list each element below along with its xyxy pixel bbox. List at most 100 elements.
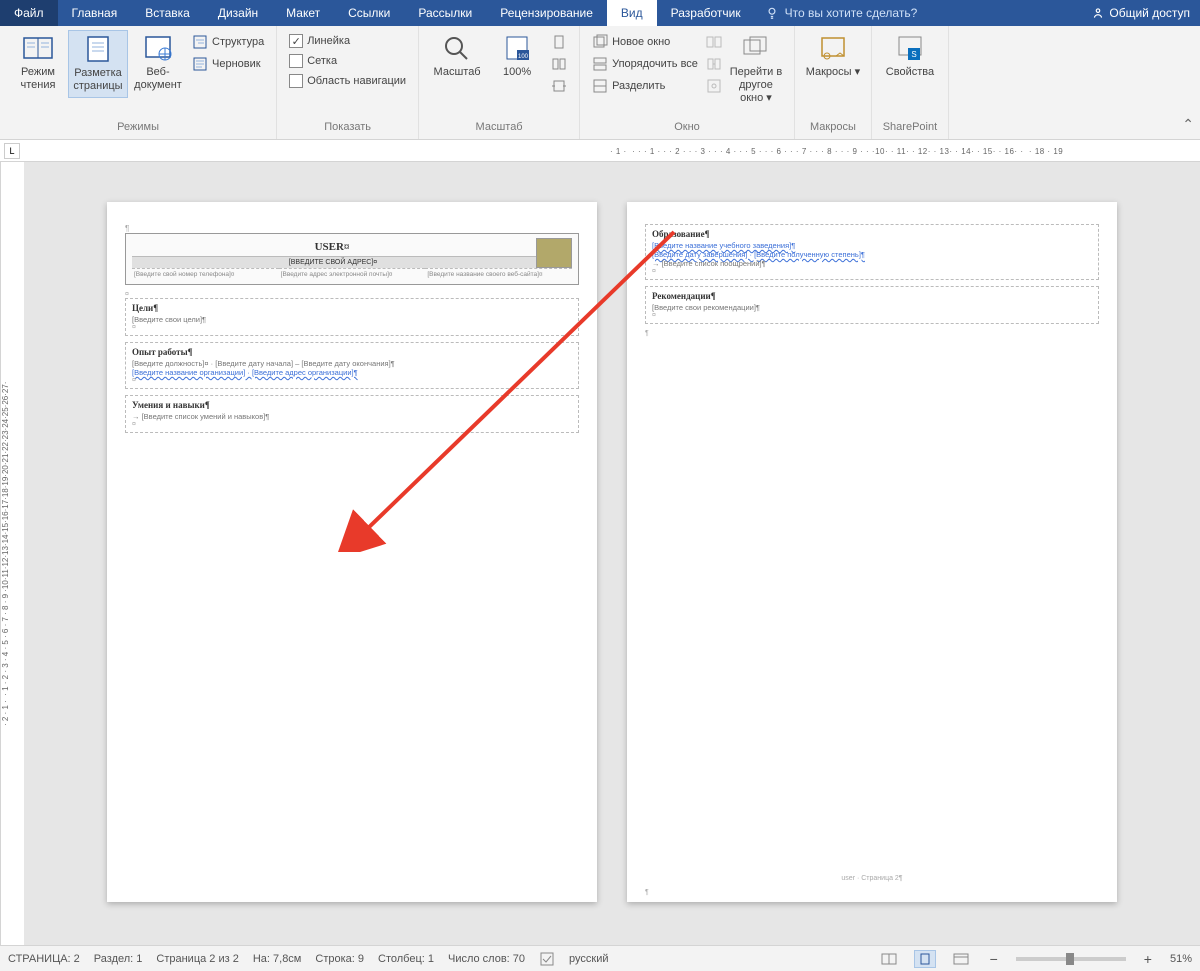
group-zoom-label: Масштаб — [427, 119, 571, 137]
status-page[interactable]: СТРАНИЦА: 2 — [8, 953, 80, 965]
new-window-label: Новое окно — [612, 36, 670, 48]
outline-button[interactable]: Структура — [192, 32, 264, 52]
web-layout-icon — [142, 34, 174, 62]
multi-page-icon — [551, 56, 567, 72]
read-mode-view-button[interactable] — [878, 950, 900, 968]
tab-selector[interactable]: L — [4, 143, 20, 159]
print-layout-small-icon — [917, 953, 933, 965]
page-2[interactable]: Образование¶ [Введите название учебного … — [627, 202, 1117, 902]
split-button[interactable]: Разделить — [592, 76, 698, 96]
zoom-percent[interactable]: 51% — [1170, 953, 1192, 965]
gridlines-checkbox[interactable]: Сетка — [289, 52, 406, 70]
menu-bar: Файл Главная Вставка Дизайн Макет Ссылки… — [0, 0, 1200, 26]
zoom-100-button[interactable]: 100 100% — [487, 30, 547, 83]
ribbon: Режим чтения Разметка страницы Веб-докум… — [0, 26, 1200, 140]
zoom-icon — [441, 34, 473, 62]
sync-scroll-button[interactable] — [706, 54, 722, 74]
references-heading: Рекомендации¶ — [652, 291, 1092, 301]
read-mode-button[interactable]: Режим чтения — [8, 30, 68, 96]
macros-button[interactable]: Макросы ▾ — [803, 30, 863, 83]
side-by-side-icon — [706, 34, 722, 50]
tab-home[interactable]: Главная — [58, 0, 132, 26]
zoom-button[interactable]: Масштаб — [427, 30, 487, 83]
group-macros-label: Макросы — [803, 119, 863, 137]
spellcheck-icon[interactable] — [539, 951, 555, 967]
education-line2: [Введите дату завершения] · [Введите пол… — [652, 250, 1092, 259]
page-width-button[interactable] — [551, 76, 567, 96]
tell-me-search[interactable]: Что вы хотите сделать? — [755, 0, 1082, 26]
group-show-label: Показать — [285, 119, 410, 137]
education-line3: → [Введите список поощрений]¶ — [652, 259, 1092, 268]
zoom-in-button[interactable]: + — [1140, 951, 1156, 967]
tab-review[interactable]: Рецензирование — [486, 0, 607, 26]
ruler-checkbox[interactable]: ✓Линейка — [289, 32, 406, 50]
tab-developer[interactable]: Разработчик — [657, 0, 755, 26]
tab-insert[interactable]: Вставка — [131, 0, 204, 26]
resume-title: USER¤ — [132, 238, 572, 256]
switch-windows-button[interactable]: Перейти в другое окно ▾ — [726, 30, 786, 110]
arrange-all-button[interactable]: Упорядочить все — [592, 54, 698, 74]
sharepoint-icon: S — [894, 34, 926, 62]
vertical-ruler[interactable]: · 2 · 1 · · 1 · 2 · 3 · 4 · 5 · 6 · 7 · … — [0, 162, 24, 945]
group-window: Новое окно Упорядочить все Разделить Пер… — [580, 26, 795, 139]
print-layout-view-button[interactable] — [914, 950, 936, 968]
switch-windows-icon — [740, 34, 772, 62]
side-by-side-button[interactable] — [706, 32, 722, 52]
reset-window-button[interactable] — [706, 76, 722, 96]
status-word-count[interactable]: Число слов: 70 — [448, 953, 525, 965]
zoom-slider-thumb[interactable] — [1066, 953, 1074, 965]
document-area: · 2 · 1 · · 1 · 2 · 3 · 4 · 5 · 6 · 7 · … — [0, 162, 1200, 945]
properties-button[interactable]: S Свойства — [880, 30, 940, 83]
status-line[interactable]: Строка: 9 — [315, 953, 364, 965]
references-text: [Введите свои рекомендации]¶ — [652, 303, 1092, 312]
share-label: Общий доступ — [1109, 6, 1190, 20]
education-line1: [Введите название учебного заведения]¶ — [652, 241, 1092, 250]
print-layout-icon — [82, 35, 114, 63]
print-layout-button[interactable]: Разметка страницы — [68, 30, 128, 98]
tab-layout[interactable]: Макет — [272, 0, 334, 26]
draft-button[interactable]: Черновик — [192, 54, 264, 74]
page-footer: user · Страница 2¶ — [627, 875, 1117, 882]
tab-design[interactable]: Дизайн — [204, 0, 272, 26]
switch-windows-label-2: другое окно ▾ — [728, 79, 784, 105]
web-layout-small-icon — [953, 953, 969, 965]
status-section[interactable]: Раздел: 1 — [94, 953, 143, 965]
website-placeholder: [Введите название своего веб-сайта]¤ — [425, 268, 572, 280]
multi-page-button[interactable] — [551, 54, 567, 74]
tab-view[interactable]: Вид — [607, 0, 657, 26]
experience-block: Опыт работы¶ [Введите должность]¤ · [Вве… — [125, 342, 579, 389]
group-views-label: Режимы — [8, 119, 268, 137]
new-window-button[interactable]: Новое окно — [592, 32, 698, 52]
web-layout-view-button[interactable] — [950, 950, 972, 968]
split-label: Разделить — [612, 80, 665, 92]
tab-mailings[interactable]: Рассылки — [404, 0, 486, 26]
one-page-button[interactable] — [551, 32, 567, 52]
pages-container[interactable]: ¶ USER¤ [ВВЕДИТЕ СВОЙ АДРЕС]¤ [Введите с… — [24, 162, 1200, 945]
tab-file[interactable]: Файл — [0, 0, 58, 26]
page-1[interactable]: ¶ USER¤ [ВВЕДИТЕ СВОЙ АДРЕС]¤ [Введите с… — [107, 202, 597, 902]
web-layout-button[interactable]: Веб-документ — [128, 30, 188, 96]
collapse-ribbon-button[interactable]: ⌃ — [1182, 116, 1194, 133]
split-icon — [592, 78, 608, 94]
education-block: Образование¶ [Введите название учебного … — [645, 224, 1099, 280]
zoom-out-button[interactable]: − — [986, 951, 1002, 967]
phone-placeholder: [Введите свой номер телефона]¤ — [132, 268, 279, 280]
read-mode-label: Режим чтения — [10, 66, 66, 92]
horizontal-ruler[interactable]: L · 1 · · · · 1 · · · 2 · · · 3 · · · 4 … — [0, 140, 1200, 162]
status-position[interactable]: На: 7,8см — [253, 953, 302, 965]
tab-references[interactable]: Ссылки — [334, 0, 404, 26]
status-pageof[interactable]: Страница 2 из 2 — [156, 953, 238, 965]
web-layout-label: Веб-документ — [130, 66, 186, 92]
status-bar: СТРАНИЦА: 2 Раздел: 1 Страница 2 из 2 На… — [0, 945, 1200, 971]
status-column[interactable]: Столбец: 1 — [378, 953, 434, 965]
share-button[interactable]: Общий доступ — [1081, 0, 1200, 26]
header-block: USER¤ [ВВЕДИТЕ СВОЙ АДРЕС]¤ [Введите сво… — [125, 233, 579, 285]
ruler-scale: · 1 · · · · 1 · · · 2 · · · 3 · · · 4 · … — [610, 142, 1110, 160]
nav-pane-checkbox[interactable]: Область навигации — [289, 72, 406, 90]
zoom-slider[interactable] — [1016, 957, 1126, 961]
status-language[interactable]: русский — [569, 953, 608, 965]
draft-icon — [192, 56, 208, 72]
ruler-label: Линейка — [307, 35, 350, 47]
email-placeholder: [Введите адрес электронной почты]¤ — [279, 268, 426, 280]
experience-line1: [Введите должность]¤ · [Введите дату нач… — [132, 359, 572, 368]
